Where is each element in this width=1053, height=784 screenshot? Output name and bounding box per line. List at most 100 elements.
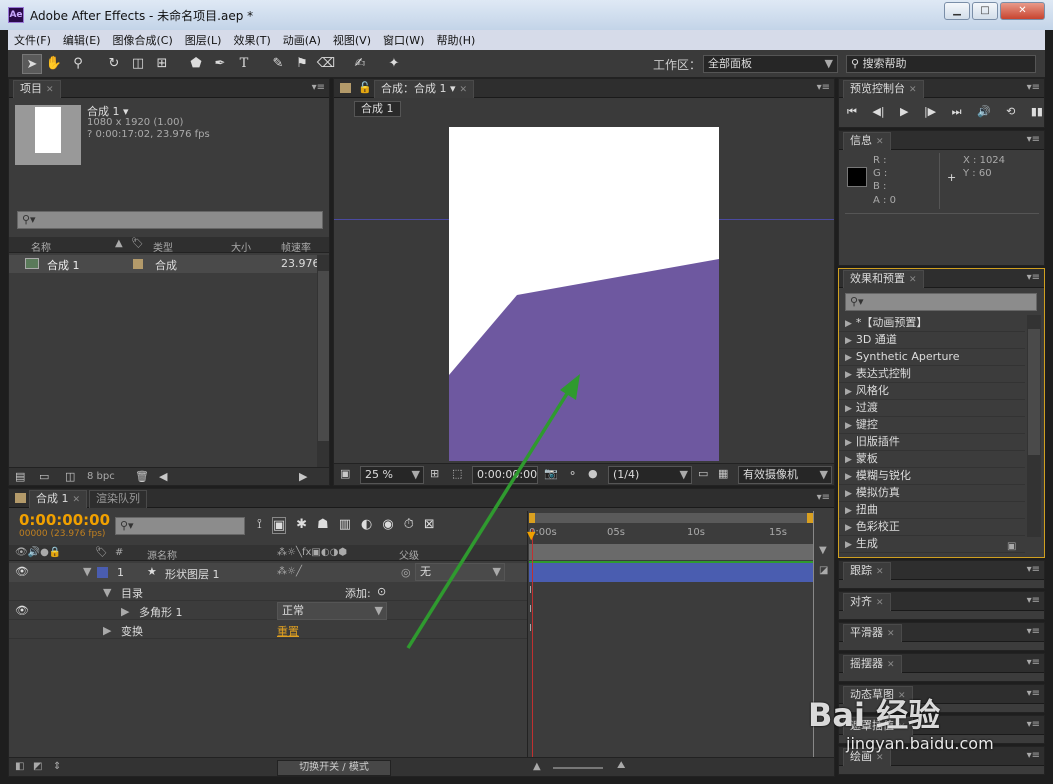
close-icon[interactable]: ✕ <box>909 275 917 285</box>
prev-frame-icon[interactable]: ◀| <box>872 105 884 119</box>
region-of-interest-icon[interactable]: ▭ <box>698 467 708 480</box>
pan-behind-tool-icon[interactable]: ⊞ <box>152 54 172 74</box>
side-panel-tab[interactable]: 摇摆器 ✕ <box>843 655 902 673</box>
menu-edit[interactable]: 编辑(E) <box>57 32 107 48</box>
draft-3d-icon[interactable]: ✱ <box>296 517 307 534</box>
panel-menu-icon[interactable]: ▾≡ <box>1027 564 1040 575</box>
project-search-input[interactable]: ⚲▾ <box>17 211 323 229</box>
effects-list-item[interactable]: ▶ 扭曲 <box>839 502 1025 519</box>
expand-layer-icon[interactable]: ▼ <box>83 565 91 578</box>
expand-arrow-icon[interactable]: ▶ <box>845 523 852 533</box>
expand-arrow-icon[interactable]: ▶ <box>845 404 852 414</box>
expand-arrow-icon[interactable]: ▶ <box>845 319 852 329</box>
trash-icon[interactable]: 🗑 <box>135 470 149 483</box>
expand-arrow-icon[interactable]: ▶ <box>845 540 852 550</box>
scroll-thumb[interactable] <box>1028 329 1040 455</box>
side-panel-tab[interactable]: 跟踪 ✕ <box>843 562 891 580</box>
comp-breadcrumb[interactable]: 合成 1 <box>354 101 401 117</box>
selection-tool-icon[interactable]: ➤ <box>22 54 42 74</box>
close-icon[interactable]: ✕ <box>46 85 54 95</box>
close-icon[interactable]: ✕ <box>876 598 884 608</box>
panel-menu-icon[interactable]: ▾≡ <box>1027 657 1040 668</box>
panel-menu-icon[interactable]: ▾≡ <box>1027 82 1040 93</box>
hand-tool-icon[interactable]: ✋ <box>44 54 64 74</box>
panel-menu-icon[interactable]: ▾≡ <box>1027 719 1040 730</box>
hide-shy-icon[interactable]: ☗ <box>317 517 329 534</box>
expand-arrow-icon[interactable]: ▶ <box>845 472 852 482</box>
next-frame-icon[interactable]: |▶ <box>924 105 936 119</box>
expand-arrow-icon[interactable]: ▶ <box>845 370 852 380</box>
col-type[interactable]: 类型 <box>153 239 173 254</box>
close-icon[interactable]: ✕ <box>887 660 895 670</box>
comp-mini-flowchart-icon[interactable]: ⟟ <box>257 517 262 534</box>
scroll-right-icon[interactable]: ▶ <box>299 470 307 483</box>
panel-menu-icon[interactable]: ▾≡ <box>1027 688 1040 699</box>
lock-icon[interactable]: 🔓 <box>358 81 372 94</box>
menu-effect[interactable]: 效果(T) <box>227 32 276 48</box>
effects-list-item[interactable]: ▶ 蒙板 <box>839 451 1025 468</box>
roto-brush-tool-icon[interactable]: ✍ <box>350 54 370 74</box>
menu-view[interactable]: 视图(V) <box>327 32 377 48</box>
add-menu-icon[interactable]: ⊙ <box>377 585 386 598</box>
expand-arrow-icon[interactable]: ▶ <box>845 438 852 448</box>
col-size[interactable]: 大小 <box>231 239 251 254</box>
label-color-swatch[interactable] <box>97 567 108 578</box>
frame-blending-icon[interactable]: ▥ <box>339 517 351 534</box>
eye-icon[interactable]: 👁 <box>15 565 29 578</box>
effects-list-item[interactable]: ▶ 过渡 <box>839 400 1025 417</box>
col-name[interactable]: 名称 <box>31 239 51 254</box>
effects-scrollbar[interactable] <box>1027 315 1041 537</box>
expand-arrow-icon[interactable]: ▶ <box>845 336 852 346</box>
ram-preview-icon[interactable]: ▮▮ <box>1031 105 1043 119</box>
blend-mode-select[interactable]: 正常 ▼ <box>277 602 387 620</box>
tab-info[interactable]: 信息 ✕ <box>843 132 891 150</box>
zoom-tool-icon[interactable]: ⚲ <box>68 54 88 74</box>
resolution-select[interactable]: (1/4) ▼ <box>608 466 692 484</box>
first-frame-icon[interactable]: ⏮ <box>847 105 857 119</box>
menu-file[interactable]: 文件(F) <box>8 32 57 48</box>
effects-list-item[interactable]: ▶ 风格化 <box>839 383 1025 400</box>
effects-list-item[interactable]: ▶ 表达式控制 <box>839 366 1025 383</box>
expand-arrow-icon[interactable]: ▶ <box>845 489 852 499</box>
live-update-icon[interactable]: ▣ <box>271 517 287 534</box>
layer-switches-icon[interactable]: ⁂☼╱ <box>277 566 302 577</box>
text-tool-icon[interactable]: T <box>234 54 254 74</box>
project-scrollbar[interactable] <box>317 255 329 467</box>
side-panel-tab[interactable]: 平滑器 ✕ <box>843 624 902 642</box>
eraser-tool-icon[interactable]: ⌫ <box>316 54 336 74</box>
panel-menu-icon[interactable]: ▾≡ <box>817 82 830 93</box>
toggle-stretch-icon[interactable]: ⇕ <box>53 761 61 772</box>
scroll-thumb[interactable] <box>318 271 329 441</box>
zoom-slider[interactable] <box>553 767 603 769</box>
last-frame-icon[interactable]: ⏭ <box>952 105 962 119</box>
comp-marker-icon[interactable]: ▼ <box>819 545 827 556</box>
panel-menu-icon[interactable]: ▾≡ <box>1027 595 1040 606</box>
new-comp-icon[interactable]: ◫ <box>65 470 75 483</box>
project-row[interactable]: 合成 1 合成 23.976 <box>9 255 320 273</box>
timeline-search-input[interactable]: ⚲▾ <box>115 517 245 535</box>
eye-icon[interactable]: 👁 <box>15 604 29 617</box>
transparency-grid-icon[interactable]: ▦ <box>718 467 728 480</box>
layer-marker-icon[interactable]: ◪ <box>819 565 828 576</box>
puppet-tool-icon[interactable]: ✦ <box>384 54 404 74</box>
tab-composition[interactable]: 合成：合成 1 ▾ ✕ <box>374 80 475 98</box>
maximize-button[interactable]: □ <box>972 2 998 20</box>
expand-arrow-icon[interactable]: ▶ <box>845 387 852 397</box>
workspace-select[interactable]: 全部面板 ▼ <box>703 55 838 73</box>
close-button[interactable]: ✕ <box>1000 2 1045 20</box>
always-preview-icon[interactable]: ▣ <box>340 467 350 480</box>
rotate-tool-icon[interactable]: ↻ <box>104 54 124 74</box>
camera-select[interactable]: 有效摄像机 ▼ <box>738 466 832 484</box>
effects-list-item[interactable]: ▶ 模拟仿真 <box>839 485 1025 502</box>
effects-list-item[interactable]: ▶ 旧版插件 <box>839 434 1025 451</box>
effects-list-item[interactable]: ▶ 色彩校正 <box>839 519 1025 536</box>
effects-list-item[interactable]: ▶ *【动画预置】 <box>839 315 1025 332</box>
layer-name[interactable]: 形状图层 1 <box>165 566 220 582</box>
effects-search-input[interactable]: ⚲▾ <box>845 293 1037 311</box>
toggle-expand-icon[interactable]: ◧ <box>15 761 24 772</box>
expand-arrow-icon[interactable]: ▶ <box>845 455 852 465</box>
panel-menu-icon[interactable]: ▾≡ <box>1027 750 1040 761</box>
play-icon[interactable]: ▶ <box>900 105 908 119</box>
shape-tool-icon[interactable]: ⬟ <box>186 54 206 74</box>
effects-list-item[interactable]: ▶ 生成 <box>839 536 1025 553</box>
